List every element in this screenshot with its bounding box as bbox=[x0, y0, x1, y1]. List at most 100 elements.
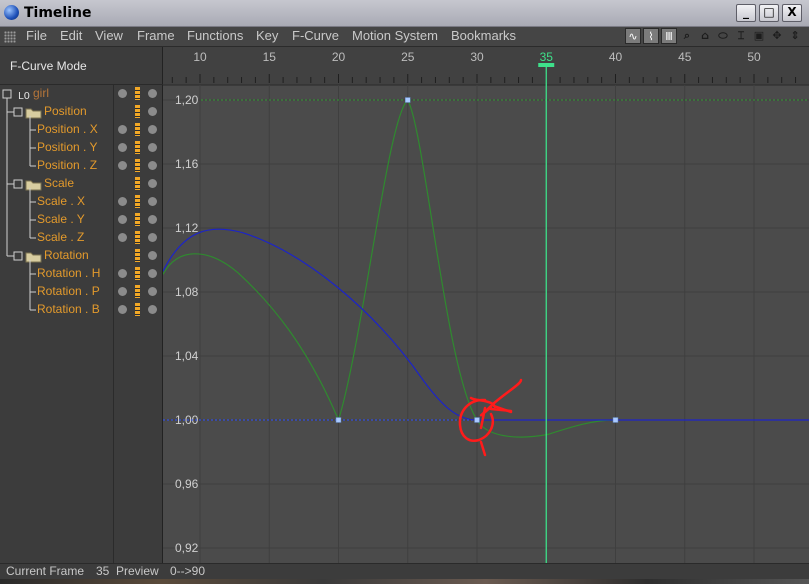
app-sphere-icon bbox=[4, 5, 19, 20]
value-tick-label: 1,08 bbox=[175, 285, 199, 299]
visibility-dot-icon[interactable] bbox=[118, 125, 127, 134]
grip-icon bbox=[4, 31, 16, 43]
lock-icon[interactable] bbox=[135, 87, 140, 100]
lock-icon[interactable] bbox=[135, 303, 140, 316]
menu-edit[interactable]: Edit bbox=[60, 28, 82, 43]
visibility-dot-icon[interactable] bbox=[148, 161, 157, 170]
visibility-dot-icon[interactable] bbox=[148, 215, 157, 224]
value-tick-label: 1,20 bbox=[175, 93, 199, 107]
tree-row[interactable]: Position . Z bbox=[0, 157, 162, 175]
lock-icon[interactable] bbox=[135, 159, 140, 172]
move-icon[interactable]: ✥ bbox=[769, 28, 785, 44]
bracket-icon[interactable]: ⌶ bbox=[733, 28, 749, 44]
close-button[interactable]: X bbox=[782, 4, 802, 22]
frame-tick-label: 25 bbox=[401, 50, 415, 64]
visibility-dot-icon[interactable] bbox=[118, 233, 127, 242]
value-tick-label: 1,12 bbox=[175, 221, 199, 235]
updown-icon[interactable]: ⇕ bbox=[787, 28, 803, 44]
menu-key[interactable]: Key bbox=[256, 28, 278, 43]
tree-row[interactable]: Position . Y bbox=[0, 139, 162, 157]
magnify-icon[interactable]: ⌕ bbox=[679, 28, 695, 44]
visibility-dot-icon[interactable] bbox=[148, 89, 157, 98]
menu-motion-system[interactable]: Motion System bbox=[352, 28, 438, 43]
lock-icon[interactable] bbox=[135, 123, 140, 136]
visibility-dot-icon[interactable] bbox=[148, 197, 157, 206]
menu-view[interactable]: View bbox=[95, 28, 123, 43]
tree-label: Rotation . H bbox=[37, 266, 101, 280]
tree-row[interactable]: Position bbox=[0, 103, 162, 121]
visibility-dot-icon[interactable] bbox=[118, 89, 127, 98]
tree-label: Rotation . P bbox=[37, 284, 100, 298]
tree-label: Position bbox=[44, 104, 87, 118]
fcurve-canvas[interactable]: 10 15 20 25 30 35 40 45 501,201,161,121,081,041,… bbox=[162, 47, 809, 563]
tree-row[interactable]: Rotation . B bbox=[0, 301, 162, 319]
tree-row[interactable]: Scale . X bbox=[0, 193, 162, 211]
tree-row[interactable]: Scale . Z bbox=[0, 229, 162, 247]
menu-fcurve[interactable]: F-Curve bbox=[292, 28, 339, 43]
visibility-dot-icon[interactable] bbox=[148, 125, 157, 134]
visibility-dot-icon[interactable] bbox=[118, 305, 127, 314]
tree-label: girl bbox=[33, 86, 50, 100]
visibility-dot-icon[interactable] bbox=[148, 287, 157, 296]
keys-icon[interactable]: Ⅲ bbox=[661, 28, 677, 44]
lock-icon[interactable] bbox=[135, 267, 140, 280]
lock-icon[interactable] bbox=[135, 249, 140, 262]
menu-frame[interactable]: Frame bbox=[137, 28, 175, 43]
title-bar: Timeline _ □ X bbox=[0, 0, 809, 27]
frame-tick-label: 50 bbox=[747, 50, 761, 64]
tree-label: Scale . X bbox=[37, 194, 86, 208]
lock-icon[interactable] bbox=[135, 285, 140, 298]
tree-label: Rotation bbox=[44, 248, 89, 262]
visibility-dot-icon[interactable] bbox=[148, 269, 157, 278]
tree-label: Rotation . B bbox=[37, 302, 100, 316]
menu-bookmarks[interactable]: Bookmarks bbox=[451, 28, 516, 43]
waveform-icon[interactable]: ⌇ bbox=[643, 28, 659, 44]
frame-tick-label: 45 bbox=[678, 50, 692, 64]
toolbar: ∿ ⌇ Ⅲ ⌕ ⌂ ⬭ ⌶ ▣ ✥ ⇕ bbox=[625, 28, 803, 46]
tree-row[interactable]: Position . X bbox=[0, 121, 162, 139]
visibility-dot-icon[interactable] bbox=[148, 107, 157, 116]
keyframe-handle bbox=[405, 97, 411, 103]
status-bar: Current Frame 35 Preview 0-->90 bbox=[0, 563, 809, 579]
tree-row[interactable]: Rotation bbox=[0, 247, 162, 265]
lock-icon[interactable] bbox=[135, 195, 140, 208]
visibility-dot-icon[interactable] bbox=[118, 287, 127, 296]
visibility-dot-icon[interactable] bbox=[148, 305, 157, 314]
frame-tick-label: 35 bbox=[540, 50, 554, 64]
lock-icon[interactable] bbox=[135, 177, 140, 190]
ellipse-icon[interactable]: ⬭ bbox=[715, 28, 731, 44]
lock-icon[interactable] bbox=[135, 105, 140, 118]
tree-row[interactable]: Rotation . P bbox=[0, 283, 162, 301]
lock-icon[interactable] bbox=[135, 213, 140, 226]
fcurve-graph[interactable]: 10 15 20 25 30 35 40 45 50 1,20 1,16 1,12 1,08 1,04 1,… bbox=[162, 47, 809, 563]
curve-tool-icon[interactable]: ∿ bbox=[625, 28, 641, 44]
visibility-dot-icon[interactable] bbox=[118, 269, 127, 278]
lock-icon[interactable] bbox=[135, 231, 140, 244]
visibility-dot-icon[interactable] bbox=[118, 197, 127, 206]
minimize-button[interactable]: _ bbox=[736, 4, 756, 22]
menu-file[interactable]: File bbox=[26, 28, 47, 43]
visibility-dot-icon[interactable] bbox=[118, 215, 127, 224]
tree-row[interactable]: Scale . Y bbox=[0, 211, 162, 229]
visibility-dot-icon[interactable] bbox=[148, 233, 157, 242]
visibility-dot-icon[interactable] bbox=[148, 143, 157, 152]
tree-row[interactable]: Scale bbox=[0, 175, 162, 193]
tree-row[interactable]: girl bbox=[0, 85, 162, 103]
playhead-marker bbox=[538, 63, 555, 67]
tree-label: Scale . Y bbox=[37, 212, 85, 226]
preview-label: Preview bbox=[116, 564, 159, 578]
tree-row[interactable]: Rotation . H bbox=[0, 265, 162, 283]
scale-curve bbox=[162, 99, 616, 438]
visibility-dot-icon[interactable] bbox=[148, 251, 157, 260]
value-tick-label: 1,16 bbox=[175, 157, 199, 171]
visibility-dot-icon[interactable] bbox=[118, 143, 127, 152]
frame-icon[interactable]: ▣ bbox=[751, 28, 767, 44]
menu-functions[interactable]: Functions bbox=[187, 28, 243, 43]
home-icon[interactable]: ⌂ bbox=[697, 28, 713, 44]
current-frame-value: 35 bbox=[96, 564, 110, 578]
visibility-dot-icon[interactable] bbox=[118, 161, 127, 170]
lock-icon[interactable] bbox=[135, 141, 140, 154]
maximize-button[interactable]: □ bbox=[759, 4, 779, 22]
visibility-dot-icon[interactable] bbox=[148, 179, 157, 188]
value-tick-label: 0,92 bbox=[175, 541, 199, 555]
